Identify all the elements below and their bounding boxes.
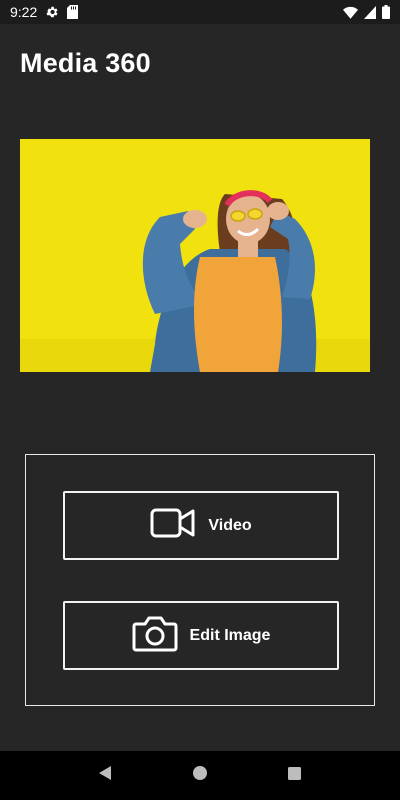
recents-icon xyxy=(287,766,302,786)
status-right xyxy=(343,5,390,19)
edit-image-button[interactable]: Edit Image xyxy=(63,601,339,670)
video-button-label: Video xyxy=(208,516,252,534)
video-button[interactable]: Video xyxy=(63,491,339,560)
gear-icon xyxy=(45,5,59,19)
sd-card-icon xyxy=(67,5,79,19)
system-nav-bar xyxy=(0,751,400,800)
video-camera-icon xyxy=(150,507,196,544)
recents-button[interactable] xyxy=(275,756,315,796)
wifi-icon xyxy=(343,6,358,19)
photo-woman-yellow-background-icon xyxy=(20,139,370,372)
page-title: Media 360 xyxy=(20,48,151,78)
camera-icon xyxy=(132,614,178,657)
home-icon xyxy=(192,765,208,786)
status-left: 9:22 xyxy=(10,4,79,20)
back-button[interactable] xyxy=(85,756,125,796)
back-icon xyxy=(97,765,113,786)
home-button[interactable] xyxy=(180,756,220,796)
battery-icon xyxy=(382,5,390,19)
hero-image xyxy=(20,139,370,372)
signal-icon xyxy=(364,5,376,19)
status-time: 9:22 xyxy=(10,4,38,20)
edit-image-button-label: Edit Image xyxy=(189,626,271,644)
action-panel: Video Edit Image xyxy=(25,454,375,706)
status-bar: 9:22 xyxy=(0,0,400,24)
